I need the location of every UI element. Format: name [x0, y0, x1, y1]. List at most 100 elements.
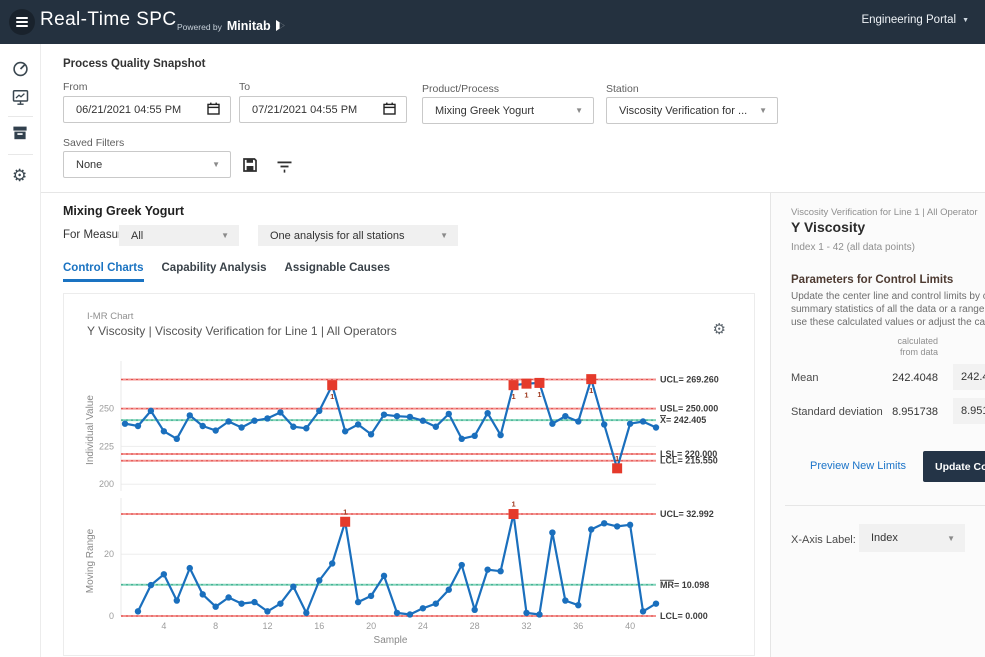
analysis-mode-select[interactable]: One analysis for all stations ▼	[258, 225, 458, 246]
svg-text:1: 1	[615, 454, 619, 463]
imr-chart[interactable]: 200225250UCL= 269.260USL= 250.000X= 242.…	[64, 297, 756, 655]
menu-icon[interactable]	[9, 9, 35, 35]
xaxis-select[interactable]: Index ▼	[859, 524, 965, 552]
saved-filters-select[interactable]: None ▼	[63, 151, 231, 178]
svg-text:16: 16	[314, 621, 324, 631]
stddev-input[interactable]: 8.951738	[953, 398, 985, 424]
svg-text:1: 1	[524, 391, 528, 400]
from-date-input[interactable]: 06/21/2021 04:55 PM	[63, 96, 231, 123]
station-label: Station	[606, 83, 639, 95]
saved-filters-label: Saved Filters	[63, 137, 124, 149]
svg-text:20: 20	[366, 621, 376, 631]
to-date-input[interactable]: 07/21/2021 04:55 PM	[239, 96, 407, 123]
svg-text:24: 24	[418, 621, 428, 631]
svg-text:12: 12	[262, 621, 272, 631]
svg-text:LCL= 215.550: LCL= 215.550	[660, 456, 718, 466]
monitor-chart-icon[interactable]	[12, 89, 29, 111]
svg-text:Individual Value: Individual Value	[85, 395, 96, 465]
preview-new-limits-link[interactable]: Preview New Limits	[791, 460, 906, 472]
minitab-logo-icon	[276, 18, 286, 36]
svg-text:36: 36	[573, 621, 583, 631]
svg-text:40: 40	[625, 621, 635, 631]
svg-text:Sample: Sample	[374, 635, 408, 646]
update-control-limits-button[interactable]: Update Control Limits	[923, 451, 985, 482]
mean-input[interactable]: 242.4048	[953, 364, 985, 390]
imr-chart-card: I-MR Chart Y Viscosity | Viscosity Verif…	[63, 293, 755, 656]
svg-text:1: 1	[589, 386, 593, 395]
svg-text:UCL= 269.260: UCL= 269.260	[660, 374, 719, 384]
svg-text:250: 250	[99, 404, 114, 414]
station-select[interactable]: Viscosity Verification for ... ▼	[606, 97, 778, 124]
svg-text:1: 1	[343, 507, 347, 516]
index-range-label: Index 1 - 42 (all data points)	[791, 242, 915, 253]
calculated-from-data-header: calculated from data	[831, 336, 938, 358]
portal-label: Engineering Portal	[861, 14, 956, 26]
calendar-icon	[207, 102, 220, 118]
tab-capability-analysis[interactable]: Capability Analysis	[162, 262, 267, 282]
measure-value: All	[131, 230, 221, 242]
panel-subtitle: Viscosity Verification for Line 1 | All …	[791, 207, 978, 218]
xaxis-value: Index	[871, 532, 947, 544]
chevron-down-icon: ▼	[212, 160, 220, 169]
product-value: Mixing Greek Yogurt	[435, 105, 575, 117]
dashboard-gauge-icon[interactable]	[12, 60, 29, 82]
powered-by: Powered by Minitab	[177, 17, 286, 35]
svg-text:28: 28	[470, 621, 480, 631]
from-label: From	[63, 81, 88, 93]
app-title: Real-Time SPC	[40, 9, 176, 31]
station-value: Viscosity Verification for ...	[619, 105, 759, 117]
analysis-mode-value: One analysis for all stations	[270, 230, 440, 242]
save-filter-icon[interactable]	[242, 157, 258, 178]
panel-divider	[785, 505, 985, 506]
tab-control-charts[interactable]: Control Charts	[63, 262, 144, 282]
settings-gear-icon[interactable]: ⚙	[12, 167, 27, 184]
svg-text:4: 4	[161, 621, 166, 631]
stddev-calculated-value: 8.951738	[831, 406, 938, 418]
powered-by-label: Powered by	[177, 22, 222, 32]
sidebar-divider	[8, 116, 33, 117]
tab-assignable-causes[interactable]: Assignable Causes	[285, 262, 390, 282]
svg-text:USL= 250.000: USL= 250.000	[660, 404, 718, 414]
svg-text:MR= 10.098: MR= 10.098	[660, 580, 709, 590]
chevron-down-icon: ▼	[962, 17, 969, 24]
svg-text:225: 225	[99, 441, 114, 451]
svg-text:UCL= 32.992: UCL= 32.992	[660, 509, 714, 519]
tab-bar: Control Charts Capability Analysis Assig…	[63, 262, 390, 282]
svg-text:1: 1	[537, 390, 541, 399]
svg-text:Moving Range: Moving Range	[85, 528, 96, 593]
saved-filters-value: None	[76, 159, 212, 171]
svg-text:32: 32	[521, 621, 531, 631]
chevron-down-icon: ▼	[440, 231, 448, 240]
top-header-bar: Real-Time SPC Powered by Minitab Enginee…	[0, 0, 985, 44]
svg-text:LCL= 0.000: LCL= 0.000	[660, 611, 708, 621]
process-title: Mixing Greek Yogurt	[63, 204, 184, 218]
chevron-down-icon: ▼	[221, 231, 229, 240]
control-limits-panel: Viscosity Verification for Line 1 | All …	[770, 193, 985, 657]
left-nav-sidebar: ⚙	[0, 44, 41, 657]
from-date-value: 06/21/2021 04:55 PM	[76, 104, 207, 116]
svg-text:1: 1	[511, 500, 515, 509]
xaxis-label: X-Axis Label:	[791, 534, 856, 546]
filter-icon[interactable]	[277, 160, 292, 178]
portal-selector[interactable]: Engineering Portal ▼	[861, 14, 969, 26]
parameters-description-line: Update the center line and control limit…	[791, 290, 985, 303]
svg-text:0: 0	[109, 611, 114, 621]
svg-text:1: 1	[330, 392, 334, 401]
svg-text:200: 200	[99, 479, 114, 489]
mean-label: Mean	[791, 372, 819, 384]
product-select[interactable]: Mixing Greek Yogurt ▼	[422, 97, 594, 124]
chevron-down-icon: ▼	[575, 106, 583, 115]
mean-calculated-value: 242.4048	[831, 372, 938, 384]
sidebar-divider	[8, 154, 33, 155]
to-label: To	[239, 81, 250, 93]
parameters-heading: Parameters for Control Limits	[791, 274, 953, 286]
svg-text:X= 242.405: X= 242.405	[660, 415, 706, 425]
minitab-brand: Minitab	[227, 19, 271, 33]
to-date-value: 07/21/2021 04:55 PM	[252, 104, 383, 116]
svg-text:20: 20	[104, 549, 114, 559]
archive-box-icon[interactable]	[12, 125, 28, 146]
panel-title: Y Viscosity	[791, 219, 865, 235]
parameters-description-line: use these calculated values or adjust th…	[791, 316, 985, 329]
measure-select[interactable]: All ▼	[119, 225, 239, 246]
calendar-icon	[383, 102, 396, 118]
